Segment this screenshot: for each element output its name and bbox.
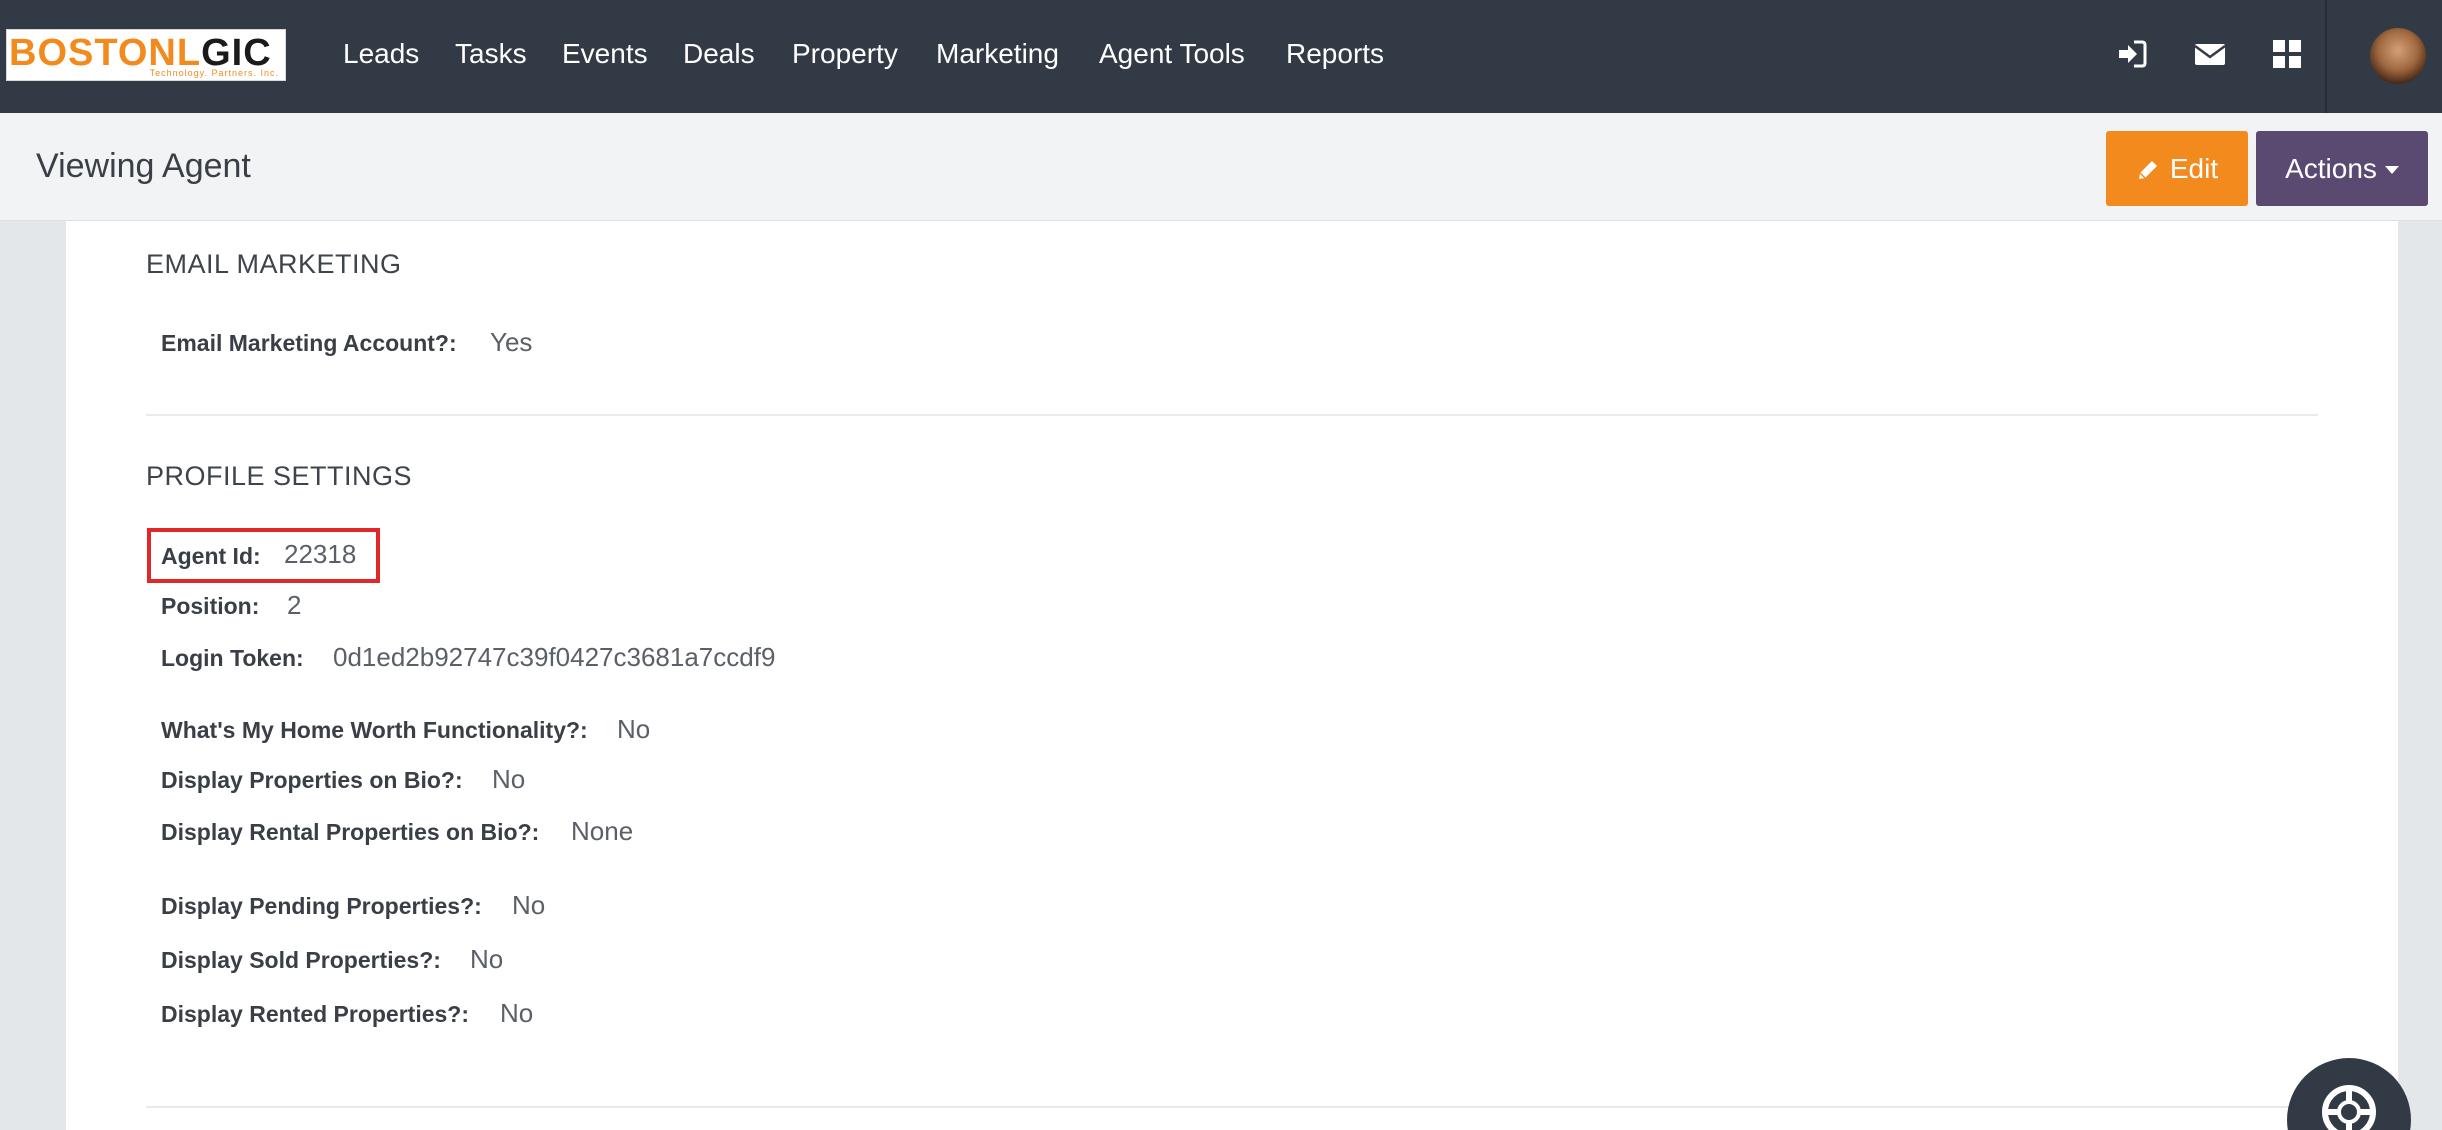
nav-item-marketing[interactable]: Marketing [936,36,1059,72]
field-value-login-token: 0d1ed2b92747c39f0427c3681a7ccdf9 [333,642,776,672]
field-label-agent-id: Agent Id: [161,543,261,569]
lifebuoy-icon [2322,1085,2376,1130]
section-divider [146,414,2318,416]
page-header-bar [0,113,2442,221]
field-label-login-token: Login Token: [161,645,304,671]
edit-button-label: Edit [2169,153,2219,184]
section-title-email-marketing: EMAIL MARKETING [146,249,402,279]
grid-icon[interactable] [2269,36,2305,72]
pencil-icon [2136,135,2160,210]
nav-item-tasks[interactable]: Tasks [455,36,527,72]
section-title-profile-settings: PROFILE SETTINGS [146,461,413,491]
nav-divider [2325,0,2327,113]
nav-item-deals[interactable]: Deals [683,36,755,72]
actions-button-label: Actions [2285,153,2377,184]
nav-item-leads[interactable]: Leads [343,36,419,72]
field-value-display-rented: No [500,998,534,1028]
avatar[interactable] [2370,28,2426,84]
field-label-display-pending: Display Pending Properties?: [161,893,482,919]
nav-item-agent-tools[interactable]: Agent Tools [1099,36,1245,72]
field-value-position: 2 [287,590,302,620]
field-value-email-marketing-account: Yes [490,327,533,357]
caret-down-icon [2384,166,2399,174]
field-value-display-rental-bio: None [571,816,634,846]
boston-logic-logo[interactable]: BOSTONLGIC Technology. Partners. Inc. [6,29,286,81]
envelope-icon[interactable] [2192,36,2228,72]
edit-button[interactable]: Edit [2106,131,2248,206]
field-value-display-pending: No [512,890,546,920]
field-value-home-worth: No [617,714,651,744]
logo-tagline: Technology. Partners. Inc. [149,68,279,78]
field-value-display-sold: No [470,944,504,974]
field-label-email-marketing-account: Email Marketing Account?: [161,330,457,356]
field-label-position: Position: [161,593,260,619]
section-divider-bottom [146,1106,2318,1108]
field-label-home-worth: What's My Home Worth Functionality?: [161,717,588,743]
field-value-agent-id: 22318 [284,539,357,569]
field-label-display-rented: Display Rented Properties?: [161,1001,470,1027]
field-label-display-rental-bio: Display Rental Properties on Bio?: [161,819,540,845]
nav-item-property[interactable]: Property [792,36,898,72]
nav-item-events[interactable]: Events [562,36,648,72]
field-value-display-properties-bio: No [492,764,526,794]
actions-dropdown-button[interactable]: Actions [2256,131,2428,206]
nav-item-reports[interactable]: Reports [1286,36,1384,72]
sign-in-icon[interactable] [2114,36,2150,72]
page-title: Viewing Agent [36,147,251,185]
field-label-display-properties-bio: Display Properties on Bio?: [161,767,463,793]
field-label-display-sold: Display Sold Properties?: [161,947,441,973]
